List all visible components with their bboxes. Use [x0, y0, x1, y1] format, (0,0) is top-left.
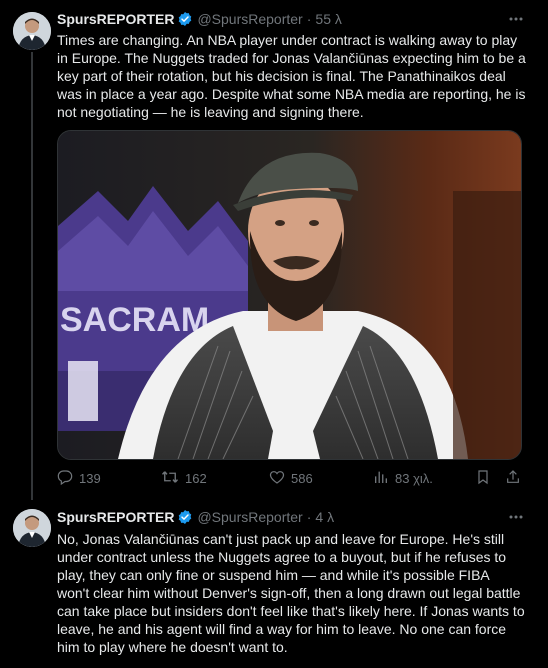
like-button[interactable]: 586	[269, 467, 313, 489]
tweet[interactable]: SpursREPORTER @SpursReporter · 55 λ Time…	[0, 0, 548, 500]
tweet-header: SpursREPORTER @SpursReporter · 55 λ	[57, 9, 342, 29]
separator-dot: ·	[306, 11, 312, 27]
reply-button[interactable]: 139	[57, 467, 101, 489]
thread-connector-line	[31, 52, 33, 500]
avatar[interactable]	[13, 12, 51, 50]
author-name[interactable]: SpursREPORTER	[57, 11, 174, 27]
tweet-text: No, Jonas Valančiūnas can't just pack up…	[57, 531, 525, 655]
reply-icon	[57, 469, 79, 488]
separator-dot: ·	[306, 509, 312, 525]
avatar-image	[13, 509, 51, 547]
tweet[interactable]: SpursREPORTER @SpursReporter · 4 λ No, J…	[0, 500, 548, 668]
verified-badge-icon	[177, 11, 193, 27]
repost-button[interactable]: 162	[161, 467, 207, 489]
like-count: 586	[291, 470, 313, 486]
share-button[interactable]	[505, 467, 527, 489]
photo: SACRAM	[58, 131, 521, 459]
more-options-icon[interactable]	[506, 507, 526, 527]
author-name[interactable]: SpursREPORTER	[57, 509, 174, 525]
views-icon	[373, 469, 395, 488]
repost-count: 162	[185, 470, 207, 486]
author-handle[interactable]: @SpursReporter	[197, 11, 302, 27]
views-count: 83 χιλ.	[395, 470, 433, 486]
share-icon	[505, 469, 527, 488]
avatar[interactable]	[13, 509, 51, 547]
tweet-header: SpursREPORTER @SpursReporter · 4 λ	[57, 507, 334, 527]
views-button[interactable]: 83 χιλ.	[373, 467, 433, 489]
bookmark-button[interactable]	[475, 467, 497, 489]
tweet-actions: 139 162 586 83 χιλ.	[57, 467, 527, 489]
verified-badge-icon	[177, 509, 193, 525]
timestamp[interactable]: 4 λ	[315, 509, 334, 525]
tweet-text: Times are changing. An NBA player under …	[57, 32, 526, 120]
timestamp[interactable]: 55 λ	[315, 11, 341, 27]
avatar-image	[13, 12, 51, 50]
author-handle[interactable]: @SpursReporter	[197, 509, 302, 525]
like-icon	[269, 469, 291, 488]
reply-count: 139	[79, 470, 101, 486]
tweet-media-image[interactable]: SACRAM	[57, 130, 522, 460]
more-options-icon[interactable]	[506, 9, 526, 29]
banner-watermark-text: SACRAM	[60, 301, 209, 339]
repost-icon	[161, 469, 185, 488]
bookmark-icon	[475, 469, 497, 488]
